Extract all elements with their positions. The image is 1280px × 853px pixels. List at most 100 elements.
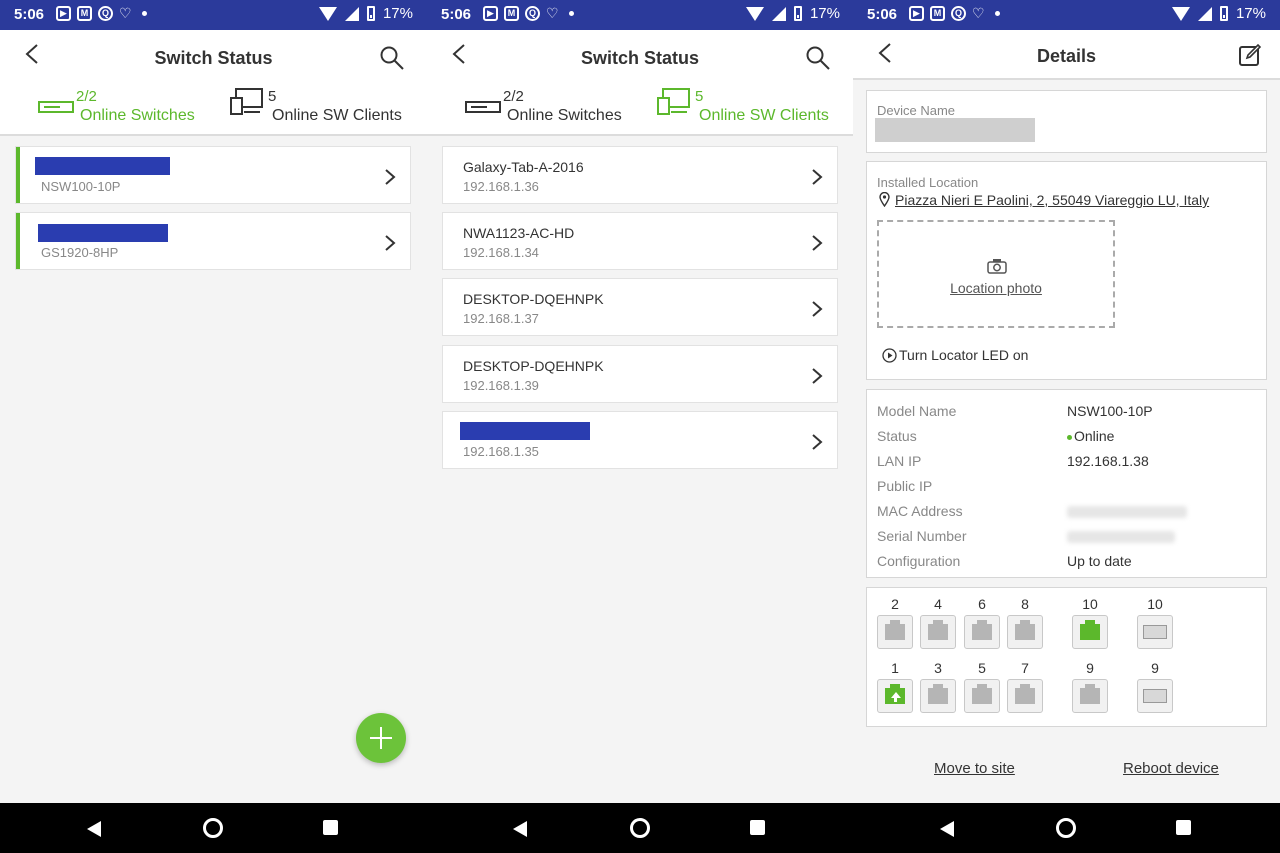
- nav-recents-icon[interactable]: [750, 820, 765, 835]
- redacted-name: [38, 224, 168, 242]
- switch-device-icon: [465, 101, 501, 113]
- location-section: Installed Location Piazza Nieri E Paolin…: [866, 161, 1267, 380]
- tab-label: Online SW Clients: [699, 107, 829, 124]
- reboot-device-link[interactable]: Reboot device: [1123, 760, 1219, 777]
- lan-ip-value: 192.168.1.38: [1067, 453, 1149, 469]
- search-icon[interactable]: [379, 45, 405, 71]
- edit-icon[interactable]: [1238, 43, 1262, 67]
- switch-list-item[interactable]: NSW100-10P: [15, 146, 411, 204]
- tab-online-clients[interactable]: 5 Online SW Clients: [657, 86, 837, 130]
- youtube-icon: ▶: [56, 6, 71, 21]
- port-1-uplink[interactable]: [877, 679, 913, 713]
- nav-back-icon[interactable]: [87, 821, 101, 837]
- clients-device-icon: [230, 88, 263, 115]
- gmail-icon: M: [504, 6, 519, 21]
- client-name: Galaxy-Tab-A-2016: [463, 159, 584, 175]
- device-name-label: Device Name: [877, 103, 956, 118]
- port-panel: 2 4 6 8 10 10 1 3 5 7 9 9: [866, 587, 1267, 727]
- nav-back-icon[interactable]: [940, 821, 954, 837]
- port-10[interactable]: [1072, 615, 1108, 649]
- youtube-icon: ▶: [909, 6, 924, 21]
- page-title: Switch Status: [580, 48, 700, 68]
- camera-icon: [987, 259, 1007, 274]
- heart-icon: ♡: [119, 5, 132, 21]
- details-screen: Details Device Name Installed Location P…: [853, 30, 1280, 803]
- move-to-site-link[interactable]: Move to site: [934, 760, 1015, 777]
- configuration-value: Up to date: [1067, 553, 1132, 569]
- client-list-item[interactable]: DESKTOP-DQEHNPK 192.168.1.37: [442, 278, 838, 336]
- port-9[interactable]: [1072, 679, 1108, 713]
- tab-count: 5: [695, 88, 704, 105]
- tab-count: 2/2: [76, 88, 97, 105]
- port-5[interactable]: [964, 679, 1000, 713]
- nav-back-icon[interactable]: [513, 821, 527, 837]
- client-ip: 192.168.1.37: [463, 311, 539, 326]
- switch-list-item[interactable]: GS1920-8HP: [15, 212, 411, 270]
- port-3[interactable]: [920, 679, 956, 713]
- client-list-item[interactable]: DESKTOP-DQEHNPK 192.168.1.39: [442, 345, 838, 403]
- tab-count: 5: [268, 88, 277, 105]
- more-dot-icon: [141, 11, 147, 16]
- configuration-label: Configuration: [877, 553, 961, 569]
- quora-icon: Q: [98, 6, 113, 21]
- play-circle-icon: [882, 347, 897, 363]
- tab-label: Online Switches: [80, 107, 195, 124]
- wifi-icon: [318, 6, 337, 21]
- mac-address-blurred: [1067, 506, 1187, 518]
- clock: 5:06: [867, 6, 898, 23]
- signal-icon: [771, 6, 786, 21]
- location-photo-box[interactable]: Location photo: [877, 220, 1115, 328]
- add-button[interactable]: [356, 713, 406, 763]
- location-address-link[interactable]: Piazza Nieri E Paolini, 2, 55049 Viaregg…: [895, 192, 1209, 208]
- location-photo-link[interactable]: Location photo: [879, 280, 1113, 296]
- notification-icons: ▶ M Q ♡: [483, 5, 574, 22]
- signal-icon: [1197, 6, 1212, 21]
- online-indicator: [16, 213, 20, 269]
- clock: 5:06: [14, 6, 45, 23]
- gmail-icon: M: [77, 6, 92, 21]
- more-dot-icon: [994, 11, 1000, 16]
- locator-led-button[interactable]: Turn Locator LED on: [882, 347, 1028, 363]
- client-ip: 192.168.1.34: [463, 245, 539, 260]
- serial-number-blurred: [1067, 531, 1175, 543]
- chevron-right-icon: [812, 434, 823, 450]
- chevron-right-icon: [812, 235, 823, 251]
- port-9-sfp[interactable]: [1137, 679, 1173, 713]
- tab-online-switches[interactable]: 2/2 Online Switches: [38, 86, 208, 130]
- port-6[interactable]: [964, 615, 1000, 649]
- port-number: 8: [1021, 596, 1029, 612]
- port-number: 9: [1086, 660, 1094, 676]
- battery-icon: [1219, 6, 1228, 21]
- port-number: 10: [1082, 596, 1098, 612]
- battery-icon: [793, 6, 802, 21]
- device-name-redacted[interactable]: [875, 118, 1035, 142]
- battery-percent: 17%: [1235, 5, 1266, 22]
- port-4[interactable]: [920, 615, 956, 649]
- client-name: DESKTOP-DQEHNPK: [463, 291, 604, 307]
- port-10-sfp[interactable]: [1137, 615, 1173, 649]
- nav-home-icon[interactable]: [630, 818, 650, 838]
- nav-recents-icon[interactable]: [1176, 820, 1191, 835]
- port-2[interactable]: [877, 615, 913, 649]
- nav-home-icon[interactable]: [203, 818, 223, 838]
- wifi-icon: [745, 6, 764, 21]
- nav-home-icon[interactable]: [1056, 818, 1076, 838]
- port-8[interactable]: [1007, 615, 1043, 649]
- client-name: DESKTOP-DQEHNPK: [463, 358, 604, 374]
- client-list-item[interactable]: 192.168.1.35: [442, 411, 838, 469]
- port-7[interactable]: [1007, 679, 1043, 713]
- gmail-icon: M: [930, 6, 945, 21]
- search-icon[interactable]: [805, 45, 831, 71]
- client-list-item[interactable]: Galaxy-Tab-A-2016 192.168.1.36: [442, 146, 838, 204]
- nav-recents-icon[interactable]: [323, 820, 338, 835]
- system-icons: 17%: [745, 5, 840, 22]
- tab-bar: 2/2 Online Switches 5 Online SW Clients: [0, 80, 427, 136]
- tab-online-switches[interactable]: 2/2 Online Switches: [465, 86, 635, 130]
- wifi-icon: [1171, 6, 1190, 21]
- locator-led-label: Turn Locator LED on: [899, 347, 1029, 363]
- port-number: 7: [1021, 660, 1029, 676]
- status-value: Online: [1067, 428, 1114, 444]
- client-list-item[interactable]: NWA1123-AC-HD 192.168.1.34: [442, 212, 838, 270]
- tab-online-clients[interactable]: 5 Online SW Clients: [230, 86, 410, 130]
- location-pin-icon: [879, 192, 890, 207]
